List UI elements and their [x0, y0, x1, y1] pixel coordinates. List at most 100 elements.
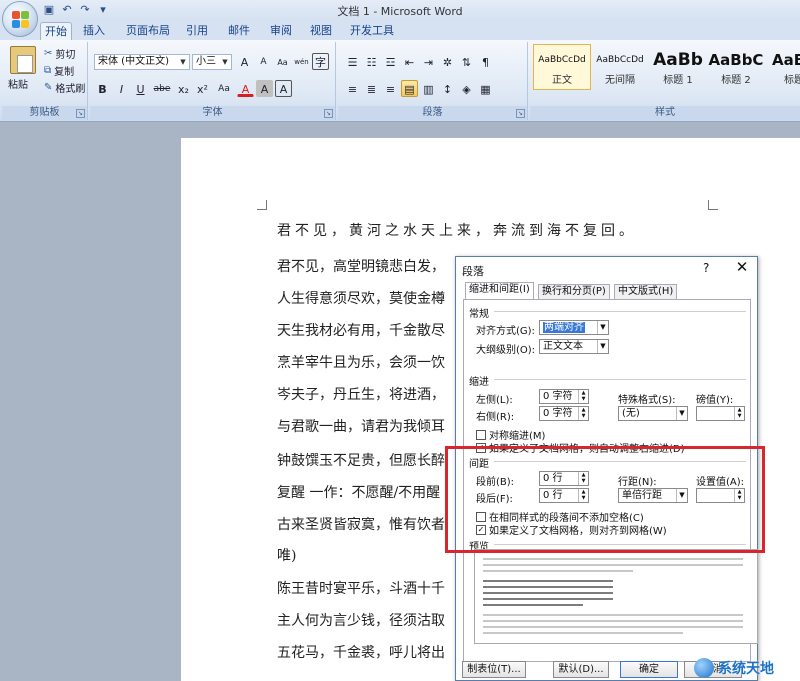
align-center-icon[interactable]: ≣ [363, 80, 380, 97]
indent-heading: 缩进 [469, 377, 489, 388]
format-painter-button[interactable]: ✎ 格式刷 [44, 80, 85, 95]
tab-view[interactable]: 视图 [306, 22, 336, 40]
tab-review[interactable]: 审阅 [266, 22, 296, 40]
set-default-button[interactable]: 默认(D)... [553, 661, 609, 678]
document-line: 君不见，黄河之水天上来，奔流到海不复回。 [277, 223, 637, 239]
font-size-combo[interactable]: 小三 ▼ [192, 54, 232, 70]
document-line: 陈王昔时宴平乐，斗酒十千 [277, 581, 445, 597]
decrease-indent-icon[interactable]: ⇤ [401, 53, 418, 70]
watermark-logo-icon [694, 657, 714, 678]
clipboard-group-label: 剪贴板 [2, 106, 87, 120]
style-normal[interactable]: AaBbCcDd 正文 [533, 44, 591, 90]
line-spacing-icon[interactable]: ↕ [439, 80, 456, 97]
tab-references[interactable]: 引用 [182, 22, 212, 40]
clear-format-button[interactable]: Aa [274, 53, 291, 70]
multilevel-list-icon[interactable]: ☲ [382, 53, 399, 70]
tab-mailings[interactable]: 邮件 [224, 22, 254, 40]
chevron-down-icon: ▼ [597, 321, 608, 334]
change-case-button[interactable]: Aa [213, 80, 235, 97]
scissors-icon: ✂ [44, 48, 53, 59]
title-bar: ▣ ↶ ↷ ▾ 文档 1 - Microsoft Word [0, 0, 800, 37]
char-shading-button[interactable]: A [256, 80, 273, 97]
tab-indents-spacing[interactable]: 缩进和间距(I) [465, 282, 534, 300]
indent-right-spinner[interactable]: 0 字符 ▲ ▼ [539, 406, 589, 421]
watermark-text: 系统天地 [718, 660, 774, 677]
distributed-icon[interactable]: ▥ [420, 80, 437, 97]
indent-by-spinner[interactable]: ▲ ▼ [696, 406, 745, 421]
style-gallery: AaBbCcDd 正文 AaBbCcDd 无间隔 AaBb 标题 1 AaBbC… [533, 44, 800, 90]
italic-button[interactable]: I [113, 80, 130, 97]
cut-button[interactable]: ✂ 剪切 [44, 46, 75, 61]
style-heading-1[interactable]: AaBb 标题 1 [649, 44, 707, 90]
font-group: 宋体 (中文正文) ▼ 小三 ▼ A A Aa wén 字 B I U abe x₂… [90, 42, 336, 120]
char-border-button[interactable]: A [275, 80, 292, 97]
subscript-button[interactable]: x₂ [175, 80, 192, 97]
paragraph-group: ☰ ☷ ☲ ⇤ ⇥ ✲ ⇅ ¶ ≡ ≣ ≡ ▤ ▥ ↕ ◈ ▦ 段落 ↘ [338, 42, 528, 120]
style-heading-2[interactable]: AaBbC 标题 2 [707, 44, 765, 90]
pinyin-button[interactable]: wén [293, 53, 310, 70]
dialog-title: 段落 [462, 265, 484, 278]
close-icon[interactable]: ✕ [732, 258, 752, 276]
underline-button[interactable]: U [132, 80, 149, 97]
divider [494, 311, 746, 312]
bullets-icon[interactable]: ☰ [344, 53, 361, 70]
special-indent-select[interactable]: (无) ▼ [618, 406, 688, 421]
strikethrough-button[interactable]: abe [151, 80, 173, 97]
justify-icon[interactable]: ▤ [401, 80, 418, 97]
help-icon[interactable]: ? [703, 261, 709, 275]
font-name-combo[interactable]: 宋体 (中文正文) ▼ [94, 54, 190, 70]
style-title[interactable]: AaBb 标题 [765, 44, 800, 90]
borders-icon[interactable]: ▦ [477, 80, 494, 97]
increase-indent-icon[interactable]: ⇥ [420, 53, 437, 70]
ribbon-tabs: 开始 插入 页面布局 引用 邮件 审阅 视图 开发工具 [0, 20, 800, 40]
show-marks-icon[interactable]: ¶ [477, 53, 494, 70]
alignment-label: 对齐方式(G): [476, 326, 535, 337]
office-button[interactable] [2, 1, 38, 37]
tab-asian-typography[interactable]: 中文版式(H) [614, 284, 678, 300]
chinese-layout-icon[interactable]: ✲ [439, 53, 456, 70]
spinner-arrows-icon[interactable]: ▲ ▼ [578, 407, 588, 420]
copy-button[interactable]: ⧉ 复制 [44, 63, 74, 78]
clipboard-launcher-icon[interactable]: ↘ [76, 109, 85, 118]
divider [494, 379, 746, 380]
brush-icon: ✎ [44, 82, 53, 93]
sort-icon[interactable]: ⇅ [458, 53, 475, 70]
ok-button[interactable]: 确定 [620, 661, 678, 678]
paste-icon[interactable] [10, 46, 36, 74]
font-color-button[interactable]: A [237, 80, 254, 97]
outline-level-label: 大纲级别(O): [476, 345, 536, 356]
paragraph-launcher-icon[interactable]: ↘ [516, 109, 525, 118]
bold-button[interactable]: B [94, 80, 111, 97]
shrink-font-button[interactable]: A [255, 53, 272, 70]
tab-home[interactable]: 开始 [40, 22, 72, 40]
tab-line-page-breaks[interactable]: 换行和分页(P) [538, 284, 610, 300]
align-right-icon[interactable]: ≡ [382, 80, 399, 97]
watermark: 系统天地 [694, 654, 800, 681]
enclose-char-button[interactable]: 字 [312, 53, 329, 70]
font-launcher-icon[interactable]: ↘ [324, 109, 333, 118]
alignment-select[interactable]: 两端对齐 ▼ [539, 320, 609, 335]
paragraph-group-label: 段落 [338, 106, 527, 120]
numbering-icon[interactable]: ☷ [363, 53, 380, 70]
office-logo-icon [12, 11, 30, 29]
indent-left-spinner[interactable]: 0 字符 ▲ ▼ [539, 389, 589, 404]
document-line: 主人何为言少钱，径须沽取 [277, 613, 445, 629]
outline-level-select[interactable]: 正文文本 ▼ [539, 339, 609, 354]
align-left-icon[interactable]: ≡ [344, 80, 361, 97]
spinner-arrows-icon[interactable]: ▲ ▼ [578, 390, 588, 403]
shading-icon[interactable]: ◈ [458, 80, 475, 97]
spinner-arrows-icon[interactable]: ▲ ▼ [734, 407, 744, 420]
grow-font-button[interactable]: A [236, 53, 253, 70]
chevron-down-icon: ▼ [597, 340, 608, 353]
tab-page-layout[interactable]: 页面布局 [124, 22, 172, 40]
paste-button[interactable]: 粘贴 [8, 76, 28, 91]
chevron-down-icon: ▼ [676, 407, 687, 420]
tab-developer[interactable]: 开发工具 [348, 22, 396, 40]
document-line: 与君歌一曲，请君为我倾耳 [277, 419, 445, 435]
style-no-spacing[interactable]: AaBbCcDd 无间隔 [591, 44, 649, 90]
tabs-button[interactable]: 制表位(T)... [462, 661, 526, 678]
superscript-button[interactable]: x² [194, 80, 211, 97]
clipboard-group: 粘贴 ✂ 剪切 ⧉ 复制 ✎ 格式刷 剪贴板 ↘ [2, 42, 88, 120]
styles-group-label: 样式 [530, 106, 800, 120]
tab-insert[interactable]: 插入 [78, 22, 110, 40]
